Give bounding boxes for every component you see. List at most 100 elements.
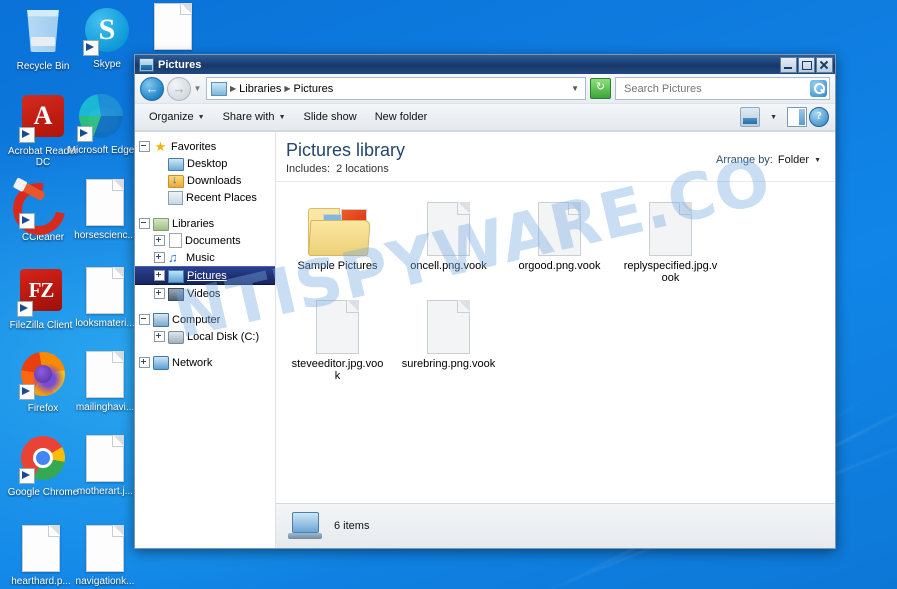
new-folder-button[interactable]: New folder	[367, 107, 436, 127]
sidebar-item-label: Favorites	[171, 140, 217, 153]
search-icon[interactable]	[810, 80, 827, 97]
file-name: steveeditor.jpg.vook	[291, 358, 384, 382]
pictures-folder-icon	[307, 206, 371, 256]
desktop-icon-label: looksmateri...	[75, 318, 135, 329]
sidebar-item-documents[interactable]: Documents	[135, 232, 275, 249]
minimize-button[interactable]	[780, 56, 797, 73]
sidebar-item-computer[interactable]: Computer	[135, 311, 275, 328]
maximize-button[interactable]	[798, 56, 815, 73]
desktop-icon-microsoft-edge[interactable]: Microsoft Edge	[62, 92, 140, 156]
back-button[interactable]: ←	[140, 76, 164, 101]
back-arrow-icon: ←	[145, 81, 159, 96]
file-item[interactable]: orgood.png.vook	[504, 192, 615, 290]
desktop: Recycle BinSSkypeAcrobat Reader DCMicros…	[0, 0, 897, 589]
sidebar-item-desktop[interactable]: Desktop	[135, 155, 275, 172]
expander-toggle[interactable]	[154, 252, 165, 263]
sidebar-item-local-disk-c[interactable]: Local Disk (C:)	[135, 328, 275, 345]
desktop-icon-motherart-j[interactable]: motherart.j...	[66, 434, 144, 497]
sidebar-item-label: Videos	[187, 287, 221, 300]
sidebar-item-libraries[interactable]: Libraries	[135, 215, 275, 232]
file-icon-wrap	[316, 294, 359, 354]
computer-status-icon	[288, 512, 322, 540]
sidebar-item-label: Recent Places	[186, 191, 257, 204]
desktop-icon-label: mailinghavi...	[75, 402, 135, 413]
search-input[interactable]	[622, 81, 810, 96]
filezilla-icon	[17, 269, 65, 317]
desktop-icon-label: horsescienc...	[74, 230, 136, 241]
address-bar: ← → ▼ ▶ Libraries ▶ Pictures ▼ ↻	[135, 74, 835, 104]
view-options-button[interactable]: ▼	[762, 110, 785, 125]
new-folder-label: New folder	[374, 111, 428, 123]
status-bar: 6 items	[276, 503, 835, 548]
shortcut-arrow-icon	[19, 384, 35, 400]
shortcut-arrow-icon	[19, 468, 35, 484]
documents-icon	[169, 233, 182, 248]
share-with-button[interactable]: Share with ▼	[215, 107, 294, 127]
breadcrumb-item-pictures[interactable]: Pictures	[294, 83, 334, 95]
breadcrumb-item-libraries[interactable]: Libraries	[239, 83, 281, 95]
sidebar-item-videos[interactable]: Videos	[135, 285, 275, 302]
file-item[interactable]: Sample Pictures	[282, 192, 393, 290]
shortcut-arrow-icon	[77, 126, 93, 142]
forward-button[interactable]: →	[167, 76, 191, 101]
microsoft-edge-icon	[77, 94, 125, 142]
sidebar-item-recent-places[interactable]: Recent Places	[135, 189, 275, 206]
document-icon	[81, 267, 129, 315]
chevron-down-icon[interactable]: ▼	[814, 157, 821, 164]
pictures-icon	[168, 269, 184, 283]
acrobat-reader-icon	[19, 95, 67, 143]
sidebar-item-pictures[interactable]: Pictures	[135, 266, 275, 285]
generic-file-icon	[427, 300, 470, 354]
ccleaner-icon	[2, 172, 76, 246]
shortcut-arrow-icon	[17, 301, 33, 317]
sidebar-item-downloads[interactable]: Downloads	[135, 172, 275, 189]
computer-icon	[153, 312, 169, 327]
document-icon	[149, 3, 197, 51]
document-icon	[17, 525, 65, 573]
change-view-icon[interactable]	[740, 107, 761, 127]
chevron-down-icon[interactable]: ▼	[571, 84, 581, 93]
file-item[interactable]: surebring.png.vook	[393, 290, 504, 388]
sidebar-item-label: Computer	[172, 313, 221, 326]
sidebar-item-network[interactable]: Network	[135, 354, 275, 371]
desktop-icon-horsescienc[interactable]: horsescienc...	[66, 178, 144, 241]
file-grid: Sample Pictures oncell.png.vook orgood.png…	[276, 182, 835, 503]
desktop-icon-navigationk[interactable]: navigationk...	[66, 524, 144, 587]
desktop-icon-mailinghavi[interactable]: mailinghavi...	[66, 350, 144, 413]
expander-toggle[interactable]	[154, 288, 165, 299]
file-item[interactable]: replyspecified.jpg.vook	[615, 192, 726, 290]
sidebar-item-favorites[interactable]: ★ Favorites	[135, 138, 275, 155]
help-icon[interactable]: ?	[809, 107, 829, 127]
expander-toggle[interactable]	[154, 235, 165, 246]
downloads-folder-icon	[168, 174, 184, 188]
generic-file-icon	[427, 202, 470, 256]
explorer-window: Pictures ← → ▼ ▶ Libraries ▶ Pictures ▼ …	[134, 54, 836, 549]
organize-button[interactable]: Organize ▼	[141, 107, 213, 127]
desktop-icon-untitled-2[interactable]	[134, 2, 212, 54]
preview-pane-icon[interactable]	[787, 107, 807, 127]
file-item[interactable]: steveeditor.jpg.vook	[282, 290, 393, 388]
expander-toggle[interactable]	[154, 270, 165, 281]
refresh-button[interactable]: ↻	[590, 78, 611, 99]
sidebar-item-music[interactable]: ♫ Music	[135, 249, 275, 266]
pictures-folder-icon	[139, 57, 154, 72]
expander-toggle[interactable]	[139, 218, 150, 229]
expander-toggle[interactable]	[139, 357, 150, 368]
close-button[interactable]	[816, 56, 833, 73]
file-name: orgood.png.vook	[518, 260, 601, 272]
arrange-by-control[interactable]: Arrange by: Folder ▼	[716, 140, 821, 166]
desktop-icon-label: Microsoft Edge	[67, 145, 135, 156]
expander-toggle[interactable]	[154, 331, 165, 342]
window-body: ★ Favorites Desktop Downloads Recent Places L…	[135, 131, 835, 548]
expander-toggle[interactable]	[139, 314, 150, 325]
slide-show-button[interactable]: Slide show	[296, 107, 365, 127]
recent-pages-button[interactable]: ▼	[191, 84, 204, 93]
breadcrumb[interactable]: ▶ Libraries ▶ Pictures ▼	[206, 77, 586, 100]
sidebar-item-label: Local Disk (C:)	[187, 330, 260, 343]
file-item[interactable]: oncell.png.vook	[393, 192, 504, 290]
arrange-by-value[interactable]: Folder	[778, 154, 809, 166]
desktop-icon-looksmateri[interactable]: looksmateri...	[66, 266, 144, 329]
search-box[interactable]	[615, 77, 830, 100]
command-bar: Organize ▼ Share with ▼ Slide show New f…	[135, 104, 835, 131]
expander-toggle[interactable]	[139, 141, 150, 152]
